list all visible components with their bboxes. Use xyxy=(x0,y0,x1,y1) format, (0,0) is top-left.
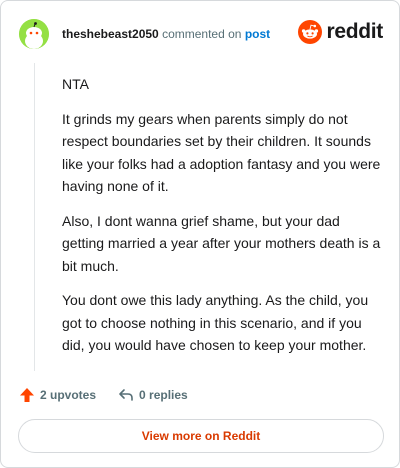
comment-paragraph: NTA xyxy=(62,76,89,92)
comment-header: theshebeast2050 commented on post reddit xyxy=(19,17,383,51)
thread-line xyxy=(34,63,35,371)
user-avatar[interactable] xyxy=(19,19,49,49)
comment-paragraph: You dont owe this lady anything. As the … xyxy=(62,292,369,353)
embedded-comment-card: theshebeast2050 commented on post reddit… xyxy=(0,0,400,468)
upvote-count: 2 upvotes xyxy=(40,388,97,402)
comment-paragraph: Also, I dont wanna grief shame, but your… xyxy=(62,212,381,274)
commented-on-text: commented on xyxy=(162,27,242,41)
reply-arrow-icon xyxy=(119,389,133,401)
comment-paragraph: It grinds my gears when parents simply d… xyxy=(62,110,381,195)
byline: theshebeast2050 commented on post xyxy=(62,27,270,41)
upvote-arrow-icon xyxy=(20,388,34,402)
reddit-wordmark: reddit xyxy=(326,20,383,43)
reddit-snoo-icon xyxy=(298,20,323,44)
snoo-avatar-icon xyxy=(19,19,49,49)
username-link[interactable]: theshebeast2050 xyxy=(62,27,159,41)
view-more-button[interactable]: View more on Reddit xyxy=(18,419,384,453)
post-link[interactable]: post xyxy=(245,27,270,41)
comment-actions: 2 upvotes 0 replies xyxy=(19,387,188,403)
upvote-button[interactable]: 2 upvotes xyxy=(19,387,96,403)
reply-count: 0 replies xyxy=(139,388,188,402)
reddit-logo[interactable]: reddit xyxy=(298,20,383,44)
replies-button[interactable]: 0 replies xyxy=(118,387,188,403)
comment-body: NTA It grinds my gears when parents simp… xyxy=(62,73,382,369)
